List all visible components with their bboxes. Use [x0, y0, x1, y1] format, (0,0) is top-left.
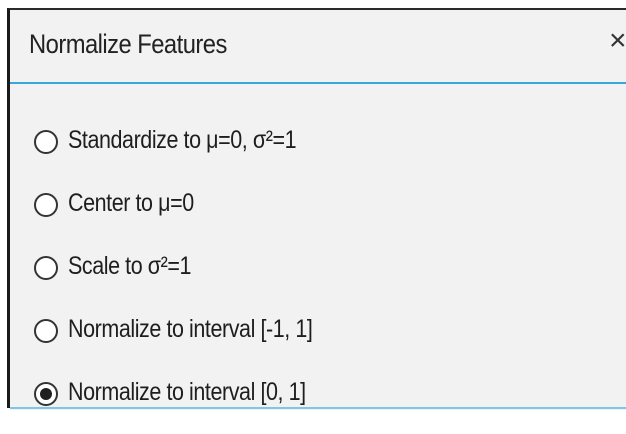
option-label-normalize-0-1: Normalize to interval [0, 1] [68, 378, 306, 406]
screenshot-frame: Normalize Features × Standardize to μ=0,… [0, 0, 626, 434]
radio-standardize[interactable] [34, 130, 58, 154]
option-label-normalize-neg1-1: Normalize to interval [-1, 1] [68, 315, 313, 343]
option-label-standardize: Standardize to μ=0, σ²=1 [68, 126, 297, 154]
close-icon[interactable]: × [609, 24, 626, 58]
normalization-options: Standardize to μ=0, σ²=1 Center to μ=0 S… [10, 84, 626, 410]
option-label-scale: Scale to σ²=1 [68, 252, 192, 280]
option-standardize[interactable]: Standardize to μ=0, σ²=1 [24, 124, 604, 164]
option-center[interactable]: Center to μ=0 [24, 187, 604, 227]
radio-center[interactable] [34, 193, 58, 217]
panel-bottom-border [10, 407, 626, 409]
normalize-features-panel: Normalize Features × Standardize to μ=0,… [7, 8, 626, 410]
panel-title: Normalize Features [29, 29, 227, 59]
option-normalize-neg1-1[interactable]: Normalize to interval [-1, 1] [24, 313, 604, 353]
radio-normalize-neg1-1[interactable] [34, 319, 58, 343]
panel-titlebar: Normalize Features × [10, 10, 626, 82]
option-label-center: Center to μ=0 [68, 189, 194, 217]
radio-normalize-0-1[interactable] [34, 382, 58, 406]
radio-scale[interactable] [34, 256, 58, 280]
option-scale[interactable]: Scale to σ²=1 [24, 250, 604, 290]
option-normalize-0-1[interactable]: Normalize to interval [0, 1] [24, 376, 604, 416]
